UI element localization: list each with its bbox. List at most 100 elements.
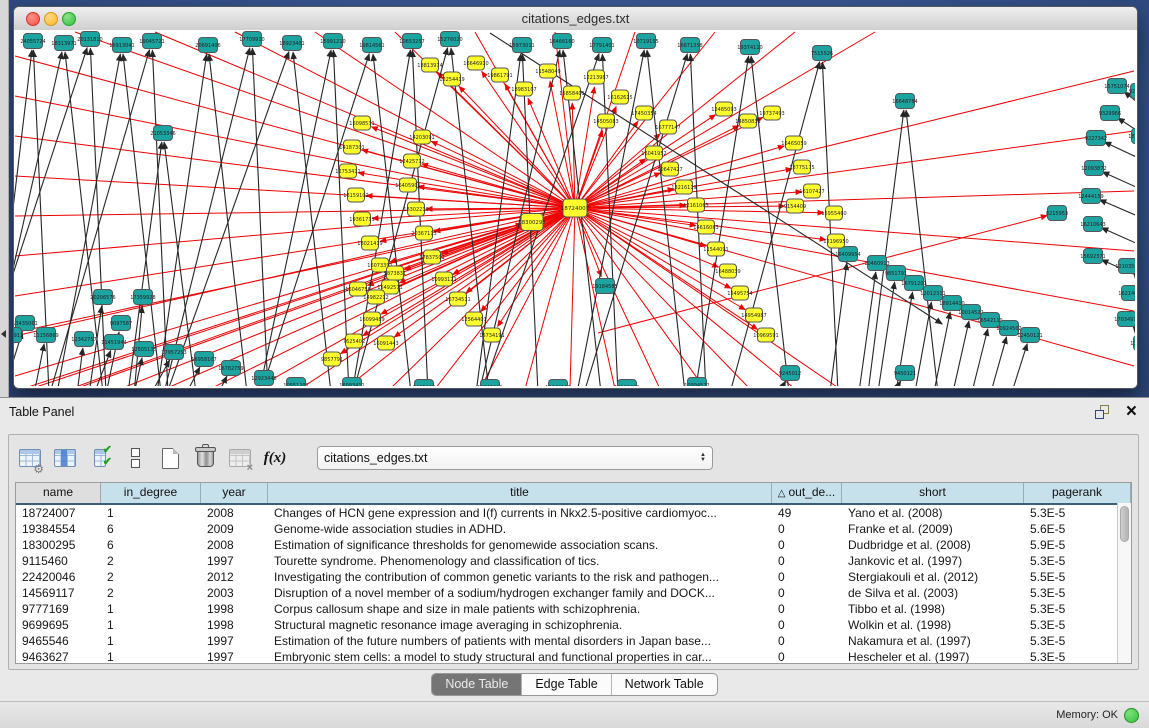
graph-node-yellow[interactable]: 14187301 (339, 140, 364, 154)
graph-node-teal[interactable]: 20206576 (90, 290, 115, 305)
graph-node-yellow[interactable]: 16646910 (463, 56, 488, 70)
table-row[interactable]: 1456911722003Disruption of a novel membe… (16, 585, 1131, 601)
graph-node-yellow[interactable]: 16777147 (655, 120, 680, 134)
column-header-year[interactable]: year (201, 483, 268, 503)
graph-node-teal[interactable]: 16210643 (1080, 217, 1105, 232)
rows-icon[interactable] (120, 443, 150, 473)
graph-node-yellow[interactable]: 16734511 (445, 292, 470, 306)
graph-node-yellow[interactable]: 14616063 (693, 220, 718, 234)
graph-node-hub[interactable]: 18724007 (561, 199, 590, 217)
graph-node-yellow[interactable]: 11544091 (703, 242, 728, 256)
graph-node-teal[interactable]: 17709910 (239, 32, 264, 47)
graph-node-yellow[interactable]: 19361711 (349, 212, 374, 226)
window-titlebar[interactable]: citations_edges.txt (14, 7, 1137, 31)
graph-node-yellow[interactable]: 18159102 (343, 188, 368, 202)
graph-node-yellow[interactable]: 9857791 (321, 352, 343, 366)
graph-node-teal[interactable]: 12444159 (1078, 189, 1103, 204)
graph-node-yellow[interactable]: 16107427 (799, 184, 824, 198)
graph-node-teal[interactable]: 18313971 (51, 36, 76, 51)
graph-node-yellow[interactable]: 14203091 (409, 130, 434, 144)
graph-node-teal[interactable]: 18923401 (279, 36, 304, 51)
graph-node-teal[interactable]: 11156869 (33, 328, 58, 343)
column-header-out-de-[interactable]: △out_de... (772, 483, 842, 503)
graph-node-teal[interactable]: 17957253 (161, 345, 186, 360)
tab-network-table[interactable]: Network Table (612, 674, 717, 695)
graph-node-teal[interactable]: 16913041 (109, 38, 134, 53)
graph-node-yellow[interactable]: 19861791 (487, 68, 512, 82)
new-file-icon[interactable] (155, 443, 185, 473)
graph-node-teal[interactable]: 15751074 (1104, 79, 1129, 94)
table-row[interactable]: 969969511998Structural magnetic resonanc… (16, 617, 1131, 633)
table-scrollbar[interactable] (1117, 503, 1131, 663)
column-header-in-degree[interactable]: in_degree (101, 483, 201, 503)
graph-node-teal[interactable]: 10460913 (864, 256, 889, 271)
graph-node-teal[interactable]: 3915911 (14, 328, 23, 343)
graph-node-yellow[interactable]: 18813974 (417, 58, 442, 72)
graph-node-teal[interactable]: 17034914 (1114, 312, 1135, 327)
graph-node-teal[interactable]: 15973011 (509, 38, 534, 53)
tab-edge-table[interactable]: Edge Table (522, 674, 611, 695)
table-row[interactable]: 2242004622012Investigating the contribut… (16, 569, 1131, 585)
graph-node-teal[interactable]: 9851791 (885, 266, 907, 281)
graph-node-teal[interactable]: 16782759 (218, 361, 243, 376)
column-header-pagerank[interactable]: pagerank (1024, 483, 1131, 503)
graph-node-yellow[interactable]: 19737493 (759, 106, 784, 120)
graph-node-teal[interactable]: 12342757 (71, 332, 96, 347)
graph-node-teal[interactable]: 16093411 (339, 378, 364, 387)
graph-node-teal[interactable]: 18914410 (939, 296, 964, 311)
graph-node-teal[interactable]: 17359928 (130, 290, 155, 305)
table-row[interactable]: 946362711997Embryonic stem cells: a mode… (16, 649, 1131, 664)
graph-node-teal[interactable]: 16466160 (549, 34, 574, 49)
column-select-icon[interactable] (50, 443, 80, 473)
graph-node-yellow[interactable]: 12254419 (439, 72, 464, 86)
graph-node-teal[interactable]: 12505135 (131, 342, 156, 357)
table-row[interactable]: 1872400712008Changes of HCN gene express… (16, 505, 1131, 521)
graph-node-yellow[interactable]: 16405901 (395, 178, 420, 192)
graph-node-teal[interactable]: 9465120 (413, 380, 435, 387)
graph-node-teal[interactable]: 9245012 (779, 366, 801, 381)
graph-node-teal[interactable]: 9450121 (894, 366, 916, 381)
graph-node-teal[interactable]: 16671358 (677, 38, 702, 53)
table-row[interactable]: 1938455462009Genome-wide association stu… (16, 521, 1131, 537)
table-scrollbar-thumb[interactable] (1120, 506, 1129, 542)
graph-node-yellow[interactable]: 16488039 (715, 264, 740, 278)
graph-node-teal[interactable]: 10191201 (614, 380, 639, 387)
graph-node-teal[interactable]: 10719155 (633, 34, 658, 49)
table-row[interactable]: 946554611997Estimation of the future num… (16, 633, 1131, 649)
graph-node-teal[interactable]: 24055724 (20, 34, 45, 49)
graph-node-teal[interactable]: 12093872 (1081, 161, 1106, 176)
graph-node-yellow[interactable]: 18775175 (789, 160, 814, 174)
graph-node-teal[interactable]: 16648784 (892, 94, 917, 109)
graph-node-teal[interactable]: 10994522 (684, 378, 709, 387)
graph-node-yellow[interactable]: 5873831 (384, 266, 406, 280)
graph-node-teal[interactable]: 17791401 (589, 38, 614, 53)
graph-node-yellow[interactable]: 10969591 (753, 328, 778, 342)
graph-node-yellow[interactable]: 15955460 (821, 206, 846, 220)
graph-node-teal[interactable]: 19814561 (359, 38, 384, 53)
graph-node-teal[interactable]: 20131810 (77, 32, 102, 47)
tab-node-table[interactable]: Node Table (432, 674, 522, 695)
graph-node-teal[interactable]: 9329966 (1099, 106, 1121, 121)
graph-node-teal[interactable]: 20691406 (195, 38, 220, 53)
column-header-title[interactable]: title (268, 483, 772, 503)
graph-node-teal[interactable]: 21053346 (150, 126, 175, 141)
graph-node-yellow[interactable]: 18302210 (403, 202, 428, 216)
graph-node-teal[interactable]: 11451944 (101, 335, 126, 350)
graph-node-teal[interactable]: 16791201 (901, 276, 926, 291)
float-panel-icon[interactable] (1095, 405, 1109, 419)
graph-node-18300295[interactable]: 18300295 (518, 214, 545, 231)
graph-node-yellow[interactable]: 14505083 (593, 114, 618, 128)
graph-node-teal[interactable]: 9097587 (110, 316, 132, 331)
network-table-select[interactable]: citations_edges.txt ▲▼ (317, 446, 713, 470)
table-settings-icon[interactable] (15, 443, 45, 473)
graph-node-yellow[interactable]: 16098531 (349, 116, 374, 130)
graph-node-teal[interactable]: 13924110 (1130, 336, 1135, 351)
graph-node-teal[interactable]: 9227342 (1085, 131, 1107, 146)
graph-node-yellow[interactable]: 12213987 (583, 70, 608, 84)
graph-node-teal[interactable]: 16249101 (545, 380, 570, 387)
graph-node-teal[interactable]: 12012311 (920, 286, 945, 301)
delete-table-icon[interactable] (225, 443, 255, 473)
graph-node-teal[interactable]: 7515526 (811, 46, 833, 61)
column-header-short[interactable]: short (842, 483, 1024, 503)
table-row[interactable]: 977716911998Corpus callosum shape and si… (16, 601, 1131, 617)
